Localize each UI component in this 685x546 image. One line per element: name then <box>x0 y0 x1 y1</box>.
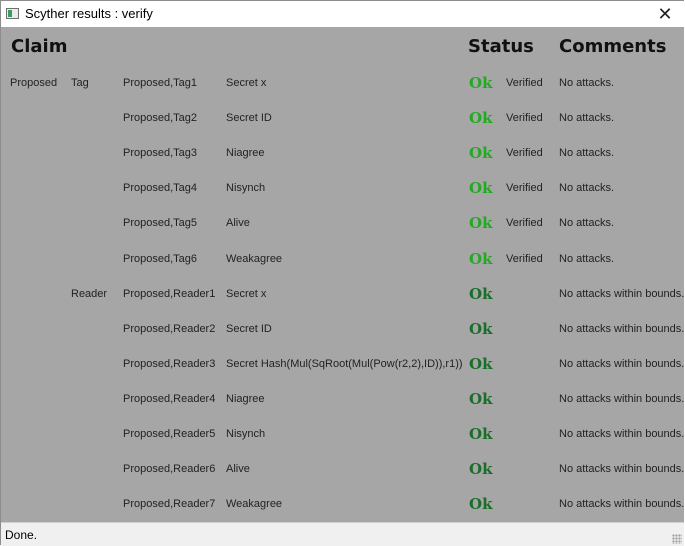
verified-cell: Verified <box>506 147 543 159</box>
claim-cell: Niagree <box>226 147 265 159</box>
status-bar: Done. <box>1 522 684 546</box>
close-icon[interactable]: ✕ <box>654 3 676 25</box>
comment-cell: No attacks. <box>559 217 615 229</box>
verified-cell: Verified <box>506 77 543 89</box>
status-ok: Ok <box>469 495 493 513</box>
claim-id-cell: Proposed,Reader4 <box>123 393 216 405</box>
title-bar[interactable]: Scyther results : verify ✕ <box>1 1 684 27</box>
claim-cell: Secret ID <box>226 323 272 335</box>
claim-id-cell: Proposed,Reader3 <box>123 358 216 370</box>
claim-id-cell: Proposed,Reader2 <box>123 323 216 335</box>
claim-cell: Nisynch <box>226 428 266 440</box>
claim-cell: Alive <box>226 463 250 475</box>
status-ok: Ok <box>469 320 493 338</box>
results-table: Claim Status Comments Proposed Tag Propose… <box>1 27 684 522</box>
verified-cell: Verified <box>506 182 543 194</box>
claim-id-cell: Proposed,Tag5 <box>123 217 197 229</box>
verified-cell: Verified <box>506 253 543 265</box>
comment-cell: No attacks within bounds. <box>559 358 685 370</box>
claim-id-cell: Proposed,Reader6 <box>123 463 216 475</box>
claim-cell: Weakagree <box>226 253 283 265</box>
header-status: Status <box>468 36 534 57</box>
verified-cell: Verified <box>506 112 543 124</box>
claim-id-cell: Proposed,Reader7 <box>123 498 216 510</box>
comment-cell: No attacks within bounds. <box>559 393 685 405</box>
verified-cell: Verified <box>506 217 543 229</box>
status-ok: Ok <box>469 285 493 303</box>
results-window: Scyther results : verify ✕ Claim Status … <box>0 0 684 546</box>
protocol-cell: Proposed <box>10 77 58 89</box>
status-ok: Ok <box>469 355 493 373</box>
comment-cell: No attacks. <box>559 253 615 265</box>
comment-cell: No attacks within bounds. <box>559 498 685 510</box>
claim-cell: Secret Hash(Mul(SqRoot(Mul(Pow(r2,2),ID)… <box>226 358 463 370</box>
comment-cell: No attacks within bounds. <box>559 428 685 440</box>
status-ok: Ok <box>469 214 493 232</box>
status-ok: Ok <box>469 74 493 92</box>
claim-cell: Alive <box>226 217 250 229</box>
claim-cell: Secret x <box>226 77 267 89</box>
claim-cell: Secret x <box>226 288 267 300</box>
window-title: Scyther results : verify <box>25 6 153 21</box>
status-text: Done. <box>5 528 38 542</box>
comment-cell: No attacks within bounds. <box>559 288 685 300</box>
claim-id-cell: Proposed,Reader1 <box>123 288 216 300</box>
header-comments: Comments <box>559 36 667 57</box>
status-ok: Ok <box>469 109 493 127</box>
status-ok: Ok <box>469 390 493 408</box>
comment-cell: No attacks within bounds. <box>559 463 685 475</box>
header-claim: Claim <box>11 36 68 57</box>
claim-cell: Niagree <box>226 393 265 405</box>
status-ok: Ok <box>469 144 493 162</box>
claim-id-cell: Proposed,Tag4 <box>123 182 197 194</box>
status-ok: Ok <box>469 250 493 268</box>
role-cell: Tag <box>71 77 89 89</box>
status-ok: Ok <box>469 425 493 443</box>
resize-grip-icon[interactable] <box>672 534 682 544</box>
claim-id-cell: Proposed,Tag1 <box>123 77 197 89</box>
claim-id-cell: Proposed,Reader5 <box>123 428 216 440</box>
claim-id-cell: Proposed,Tag2 <box>123 112 197 124</box>
app-icon <box>6 8 19 19</box>
claim-cell: Secret ID <box>226 112 272 124</box>
claim-cell: Weakagree <box>226 498 283 510</box>
comment-cell: No attacks within bounds. <box>559 323 685 335</box>
comment-cell: No attacks. <box>559 77 615 89</box>
status-ok: Ok <box>469 460 493 478</box>
claim-id-cell: Proposed,Tag3 <box>123 147 197 159</box>
claim-id-cell: Proposed,Tag6 <box>123 253 197 265</box>
comment-cell: No attacks. <box>559 147 615 159</box>
status-ok: Ok <box>469 179 493 197</box>
claim-cell: Nisynch <box>226 182 266 194</box>
comment-cell: No attacks. <box>559 182 615 194</box>
role-cell: Reader <box>71 288 108 300</box>
comment-cell: No attacks. <box>559 112 615 124</box>
